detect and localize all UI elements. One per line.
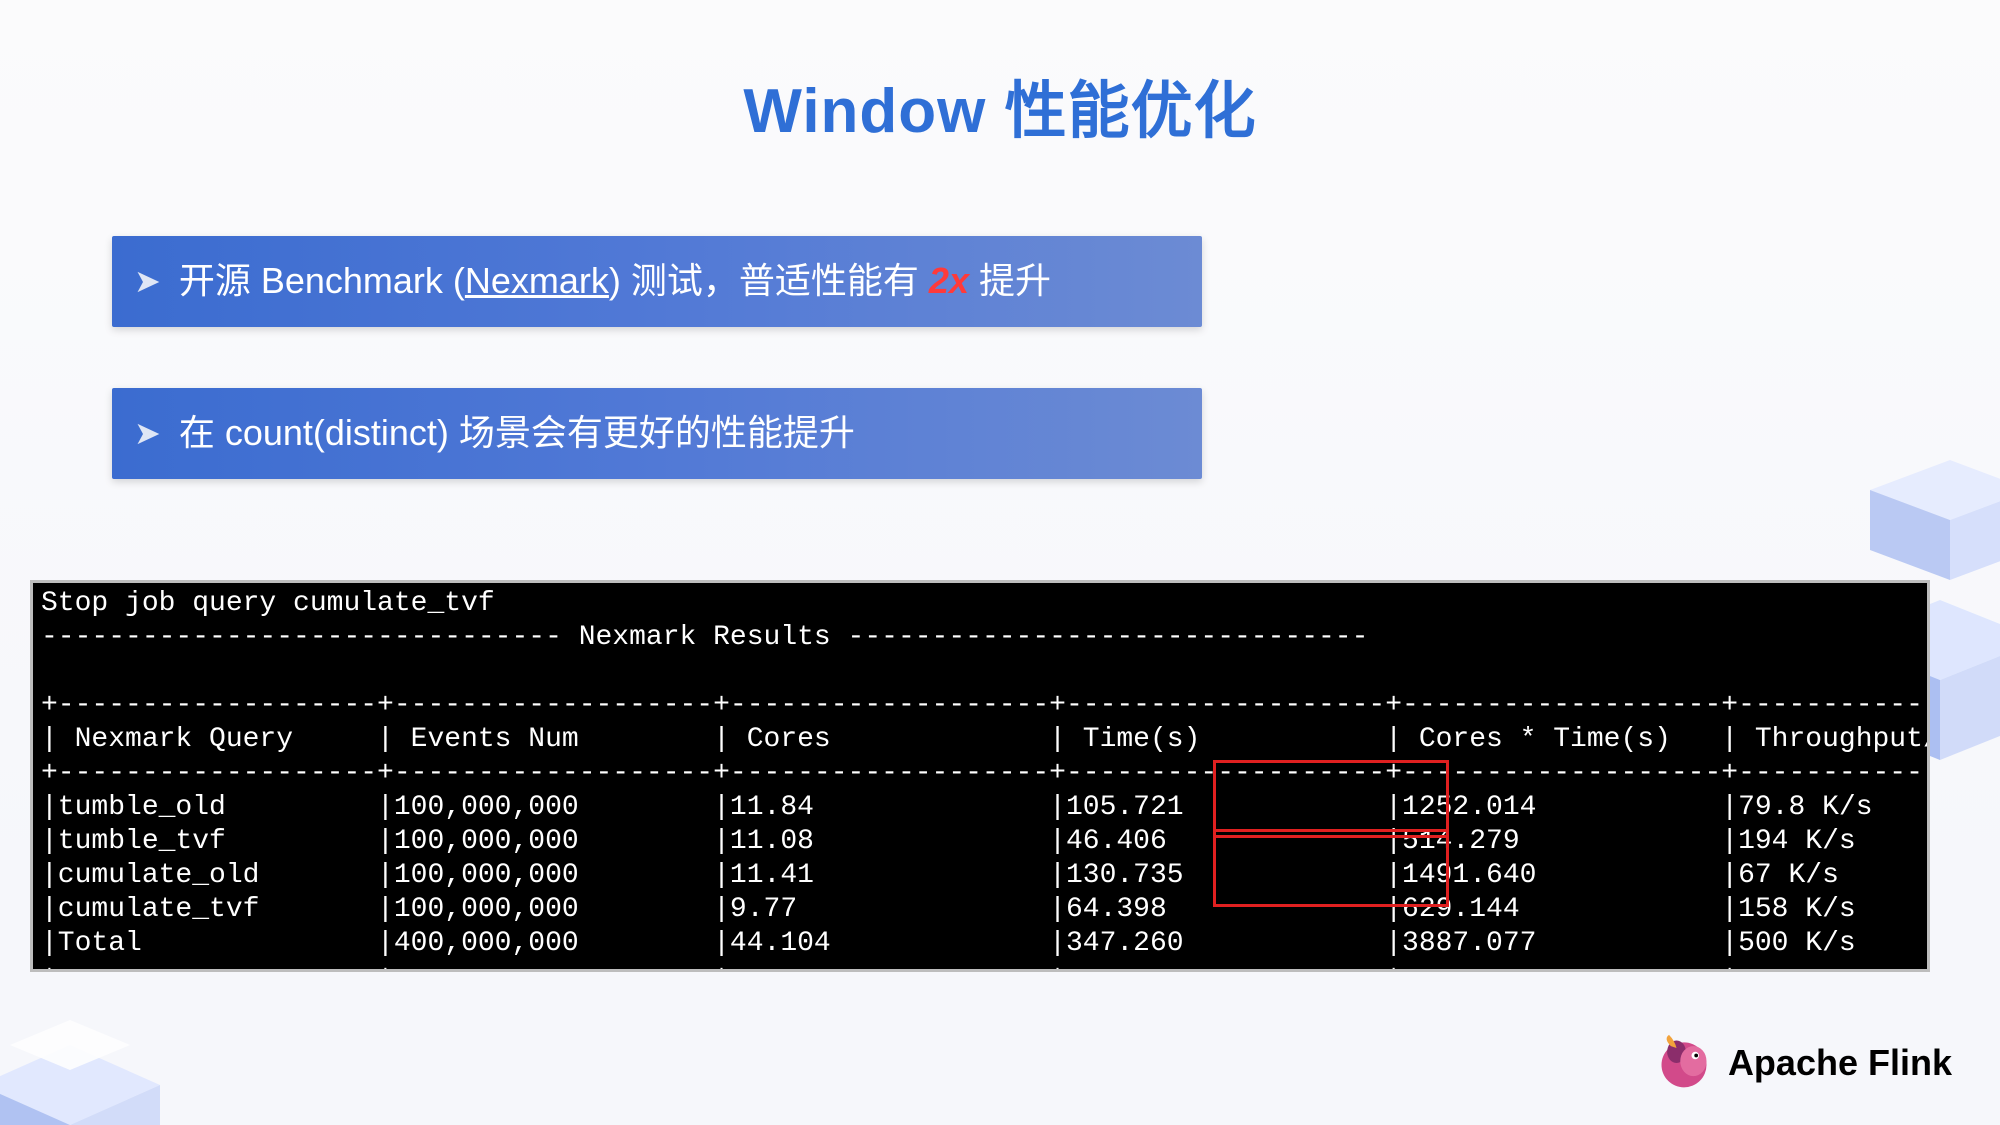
term-line-stop: Stop job query cumulate_tvf: [41, 588, 495, 619]
term-row: |tumble_tvf |100,000,000 |11.08 |46.406 …: [41, 826, 1930, 857]
term-header-row: | Nexmark Query | Events Num | Cores | T…: [41, 724, 1930, 755]
chevron-icon: ➤: [134, 417, 161, 449]
speedup-factor: 2x: [929, 260, 969, 301]
bullet-text: 开源 Benchmark (Nexmark) 测试，普适性能有 2x 提升: [179, 258, 1051, 305]
brand-text: Apache Flink: [1728, 1042, 1952, 1084]
term-line-title: ------------------------------- Nexmark …: [41, 622, 1368, 653]
bullet-benchmark: ➤ 开源 Benchmark (Nexmark) 测试，普适性能有 2x 提升: [112, 236, 1202, 327]
slide: Window 性能优化 ➤ 开源 Benchmark (Nexmark) 测试，…: [0, 0, 2000, 1125]
term-sep: +-------------------+-------------------…: [41, 758, 1930, 789]
bullet-mid: ) 测试，普适性能有: [609, 260, 929, 301]
bullet-text: 在 count(distinct) 场景会有更好的性能提升: [179, 410, 855, 457]
bullet-post: 提升: [969, 260, 1051, 301]
terminal-output: Stop job query cumulate_tvf ------------…: [30, 580, 1930, 972]
term-row: |Total |400,000,000 |44.104 |347.260 |38…: [41, 928, 1930, 959]
chevron-icon: ➤: [134, 265, 161, 297]
bullet-count-distinct: ➤ 在 count(distinct) 场景会有更好的性能提升: [112, 388, 1202, 479]
term-row: |tumble_old |100,000,000 |11.84 |105.721…: [41, 792, 1930, 823]
term-row: |cumulate_tvf |100,000,000 |9.77 |64.398…: [41, 894, 1930, 925]
term-row: |cumulate_old |100,000,000 |11.41 |130.7…: [41, 860, 1930, 891]
term-sep: +-------------------+-------------------…: [41, 690, 1930, 721]
nexmark-link[interactable]: Nexmark: [465, 260, 609, 301]
bullet-pre: 开源 Benchmark (: [179, 260, 465, 301]
brand: Apache Flink: [1654, 1033, 1952, 1093]
term-sep: +-------------------+-------------------…: [41, 962, 1930, 972]
flink-logo-icon: [1654, 1033, 1714, 1093]
slide-title: Window 性能优化: [0, 60, 2000, 150]
